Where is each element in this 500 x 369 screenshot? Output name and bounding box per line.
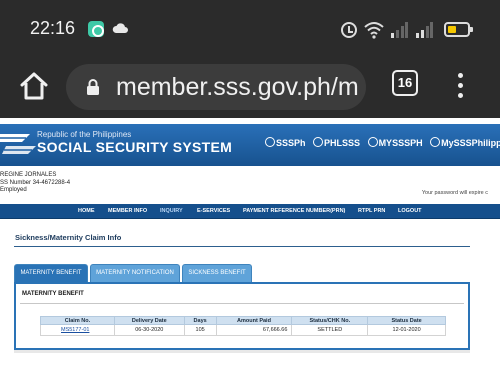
sss-logo: [0, 134, 36, 154]
nav-logout[interactable]: LOGOUT: [398, 208, 422, 214]
social-link-instagram[interactable]: MYSSSPH: [367, 137, 423, 148]
delivery-date-cell: 06-30-2020: [113, 324, 185, 336]
page-title: Sickness/Maternity Claim Info: [15, 233, 122, 242]
cloud-icon: [112, 23, 128, 33]
wifi-icon: [364, 22, 384, 39]
tab-switcher-button[interactable]: 16: [392, 70, 418, 96]
user-info: REGINE JORNALES SS Number 34-4672288-4 E…: [0, 172, 70, 195]
user-name: REGINE JORNALES: [0, 172, 57, 178]
divider: [20, 303, 464, 304]
days-cell: 105: [183, 324, 217, 336]
social-link-facebook[interactable]: SSSPh: [265, 137, 306, 148]
site-header: Republic of the Philippines SOCIAL SECUR…: [0, 124, 500, 166]
nav-home[interactable]: HOME: [78, 208, 95, 214]
column-header-status: Status/CHK No.: [291, 316, 369, 325]
messenger-icon: [430, 137, 441, 147]
republic-label: Republic of the Philippines: [37, 130, 132, 139]
maternity-benefit-panel: MATERNITY BENEFIT Claim No. Delivery Dat…: [14, 282, 470, 350]
social-link-messenger[interactable]: MySSSPhilippines: [430, 137, 500, 148]
instagram-icon: [367, 137, 378, 147]
nav-e-services[interactable]: E-SERVICES: [197, 208, 230, 214]
social-link-twitter[interactable]: PHLSSS: [313, 137, 360, 148]
social-links: SSSPh PHLSSS MYSSSPH MySSSPhilippines: [265, 137, 500, 148]
signal-icon: [391, 22, 408, 38]
column-header-claim-no: Claim No.: [40, 316, 115, 325]
signal-icon: [416, 22, 433, 38]
table-header-row: Claim No. Delivery Date Days Amount Paid…: [40, 316, 446, 325]
more-options-icon[interactable]: [452, 70, 468, 100]
column-header-days: Days: [183, 316, 217, 325]
nav-member-info[interactable]: MEMBER INFO: [108, 208, 147, 214]
nav-rtpl-prn[interactable]: RTPL PRN: [358, 208, 385, 214]
site-title: SOCIAL SECURITY SYSTEM: [37, 139, 233, 155]
amount-paid-cell: 67,666.66: [215, 324, 293, 336]
nav-payment-reference-number[interactable]: PAYMENT REFERENCE NUMBER(PRN): [243, 208, 345, 214]
status-time: 22:16: [30, 18, 76, 38]
twitter-icon: [313, 137, 324, 147]
tab-maternity-notification[interactable]: MATERNITY NOTIFICATION: [90, 264, 180, 282]
browser-toolbar: member.sss.gov.ph/m 16: [0, 58, 500, 118]
tab-sickness-benefit[interactable]: SICKNESS BENEFIT: [182, 264, 252, 282]
claim-number-link[interactable]: MS5177-01: [40, 324, 115, 336]
column-header-status-date: Status Date: [367, 316, 446, 325]
column-header-delivery-date: Delivery Date: [113, 316, 185, 325]
ss-number: SS Number 34-4672288-4: [0, 179, 71, 186]
claims-table: Claim No. Delivery Date Days Amount Paid…: [40, 316, 446, 336]
main-nav: HOME MEMBER INFO INQUIRY E-SERVICES PAYM…: [0, 204, 500, 219]
url-text: member.sss.gov.ph/m: [116, 73, 359, 101]
tab-maternity-benefit[interactable]: MATERNITY BENEFIT: [14, 264, 88, 282]
panel-title: MATERNITY BENEFIT: [22, 291, 84, 297]
password-expiry-notice: Your password will expire c: [421, 190, 488, 196]
address-bar[interactable]: member.sss.gov.ph/m: [66, 64, 366, 110]
column-header-amount-paid: Amount Paid: [215, 316, 293, 325]
alarm-icon: [341, 22, 357, 38]
battery-icon: [444, 22, 473, 37]
status-cell: SETTLED: [291, 324, 369, 336]
status-date-cell: 12-01-2020: [367, 324, 446, 336]
panel-shadow: [14, 350, 470, 353]
divider: [14, 246, 470, 247]
messenger-app-icon: [88, 21, 104, 37]
nav-inquiry[interactable]: INQUIRY: [160, 208, 183, 214]
table-row: MS5177-01 06-30-2020 105 67,666.66 SETTL…: [40, 324, 446, 336]
facebook-icon: [265, 137, 275, 147]
status-bar: 22:16: [0, 0, 500, 58]
employment-status: Employed: [0, 187, 27, 193]
home-icon[interactable]: [18, 70, 50, 102]
lock-icon: [87, 79, 99, 95]
